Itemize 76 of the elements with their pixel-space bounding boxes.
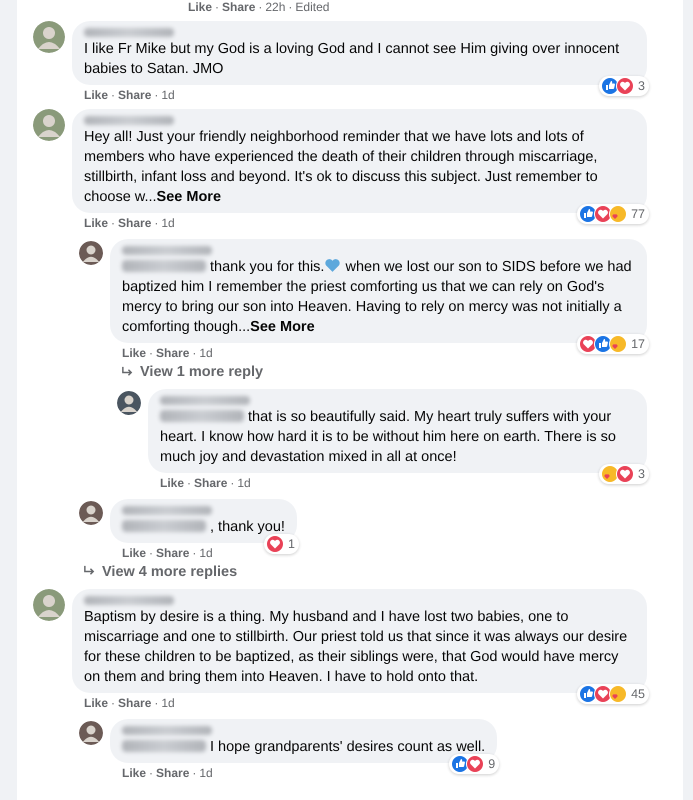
heart-icon	[324, 257, 342, 274]
separator-dot: ·	[154, 216, 158, 230]
action-link[interactable]: Like	[160, 476, 184, 490]
separator-dot: ·	[154, 696, 158, 710]
separator-dot: ·	[149, 346, 154, 360]
reaction-count: 17	[631, 337, 645, 351]
avatar[interactable]	[79, 500, 103, 524]
view-replies-link[interactable]: View 4 more replies	[83, 564, 238, 580]
timestamp: Edited	[295, 0, 330, 14]
reaction-badge[interactable]: 9	[449, 754, 500, 774]
separator-dot: ·	[149, 546, 154, 560]
see-more-link[interactable]: See More	[156, 189, 222, 205]
reaction-badge[interactable]: 45	[577, 684, 649, 704]
comment-text: Hey all! Just your friendly neighborhood reminder that we have lots and lots of members who have experienced the death of their children through miscarriage, stillbirth, infant loss and beyond. It's ok to discuss this subject. Just remember to choose w...See More	[84, 128, 599, 207]
avatar[interactable]	[79, 721, 103, 745]
separator-dot: ·	[111, 88, 116, 102]
see-more-link[interactable]: See More	[250, 319, 315, 335]
separator-dot: ·	[111, 696, 116, 710]
action-link[interactable]: Share	[156, 346, 190, 360]
avatar[interactable]	[79, 241, 103, 265]
action-link[interactable]: Share	[222, 0, 256, 14]
comment-text: I like Fr Mike but my God is a loving God and I cannot see Him giving over innocent babies to Satan. JMO	[84, 40, 620, 79]
reaction-count: 3	[638, 79, 645, 93]
timestamp: 1d	[199, 766, 213, 780]
separator-dot: ·	[258, 0, 262, 14]
comment-text: Baptism by desire is a thing. My husband and I have lost two babies, one to miscarriage and one to stillbirth. Our priest told us that since it was always our desire for these children to be baptized, as their siblings were, that God would have mercy on them and bring them into Heaven. I have to hold onto that.	[84, 608, 628, 687]
avatar[interactable]	[117, 390, 141, 414]
reaction-badge[interactable]: 17	[577, 334, 649, 354]
reaction-count: 3	[638, 466, 645, 480]
separator-dot: ·	[215, 0, 220, 14]
comment-text: that is so beautifully said. My heart truly suffers with your heart. I know how hard it is to be without him here on earth. There is so much joy and devastation mixed in all at once!	[160, 408, 617, 466]
separator-dot: ·	[187, 476, 192, 490]
action-link[interactable]: Like	[122, 766, 146, 780]
separator-dot: ·	[149, 766, 154, 780]
action-link[interactable]: Like	[84, 696, 108, 710]
action-link[interactable]: Share	[156, 766, 190, 780]
reply-arrow-icon	[121, 366, 134, 378]
hugging-face-icon	[609, 205, 628, 223]
reaction-badge[interactable]: 1	[264, 534, 299, 554]
action-link[interactable]: Like	[122, 546, 146, 560]
action-link[interactable]: Share	[118, 696, 152, 710]
view-replies-link[interactable]: View 1 more reply	[121, 364, 264, 380]
timestamp: 1d	[199, 346, 213, 360]
separator-dot: ·	[154, 88, 158, 102]
timestamp: 1d	[161, 88, 175, 102]
reaction-count: 77	[631, 207, 645, 221]
reaction-badge[interactable]: 3	[599, 76, 649, 96]
separator-dot: ·	[192, 546, 196, 560]
timestamp: 22h	[265, 0, 286, 14]
action-link[interactable]: Like	[84, 88, 108, 102]
separator-dot: ·	[111, 216, 116, 230]
comment-text: thank you for this. when we lost our son to SIDS before we had baptized him I remember the priest comforting us that we can rely on God's mercy to bring our son into Heaven. Having to rely on mercy was not initially a comforting though...See More	[122, 257, 633, 337]
action-link[interactable]: Like	[188, 0, 212, 14]
comment-text: , thank you!	[122, 516, 285, 536]
timestamp: 1d	[199, 546, 213, 560]
hugging-face-icon	[609, 335, 628, 353]
reaction-count: 1	[288, 536, 295, 550]
action-link[interactable]: Share	[118, 216, 152, 230]
reaction-count: 45	[631, 687, 645, 701]
comment-text: I hope grandparents' desires count as well.	[122, 737, 486, 757]
action-link[interactable]: Like	[122, 346, 146, 360]
action-link[interactable]: Share	[156, 546, 190, 560]
action-link[interactable]: Like	[84, 216, 108, 230]
hugging-face-icon	[609, 685, 628, 703]
reaction-badge[interactable]: 3	[599, 464, 649, 484]
action-link[interactable]: Share	[118, 88, 152, 102]
timestamp: 1d	[161, 696, 175, 710]
reaction-badge[interactable]: 77	[577, 204, 649, 224]
timestamp: 1d	[161, 216, 175, 230]
separator-dot: ·	[192, 766, 196, 780]
action-link[interactable]: Share	[194, 476, 228, 490]
separator-dot: ·	[192, 346, 196, 360]
reaction-count: 9	[488, 757, 496, 771]
separator-dot: ·	[288, 0, 292, 14]
separator-dot: ·	[230, 476, 234, 490]
timestamp: 1d	[237, 476, 251, 490]
